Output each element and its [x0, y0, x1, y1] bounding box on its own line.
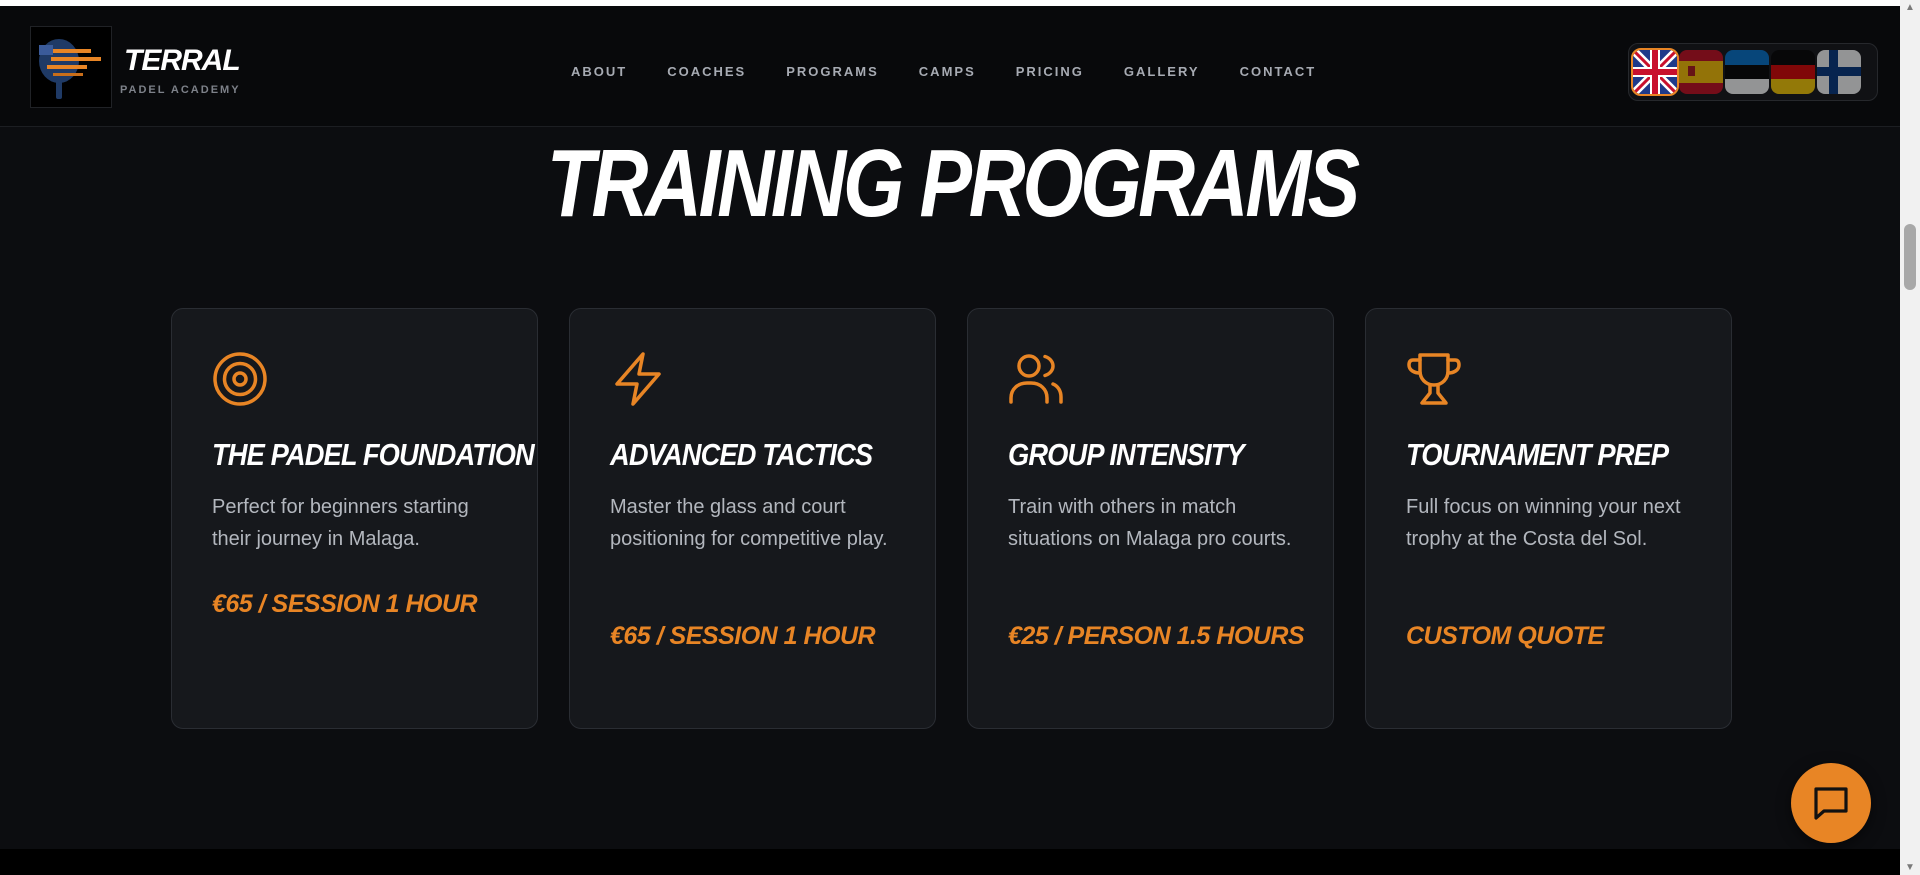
program-price: €65 / SESSION 1 HOUR [610, 622, 876, 650]
program-price: €25 / PERSON 1.5 HOURS [1008, 622, 1305, 650]
estonia-flag-icon[interactable] [1725, 50, 1769, 94]
nav-link-gallery[interactable]: GALLERY [1124, 64, 1200, 79]
language-switcher [1628, 43, 1878, 101]
target-icon [212, 351, 268, 407]
germany-flag-icon[interactable] [1771, 50, 1815, 94]
brand-subtitle: PADEL ACADEMY [120, 84, 241, 96]
program-card[interactable]: TOURNAMENT PREP Full focus on winning yo… [1365, 308, 1732, 729]
section-title: TRAINING PROGRAMS [546, 130, 1360, 237]
trophy-icon [1406, 351, 1462, 407]
nav-link-camps[interactable]: CAMPS [919, 64, 976, 79]
uk-flag-icon[interactable] [1631, 48, 1679, 96]
chat-bubble-icon [1814, 787, 1848, 820]
nav-link-coaches[interactable]: COACHES [667, 64, 746, 79]
scrollbar-thumb[interactable] [1904, 224, 1916, 290]
program-title: ADVANCED TACTICS [610, 437, 873, 472]
lightning-icon [610, 351, 666, 407]
program-description: Full focus on winning your next trophy a… [1406, 496, 1681, 550]
program-price: CUSTOM QUOTE [1406, 622, 1604, 650]
program-card[interactable]: THE PADEL FOUNDATION Perfect for beginne… [171, 308, 538, 729]
site-header: TERRAL PADEL ACADEMY ABOUT COACHES PROGR… [0, 6, 1900, 127]
nav-link-programs[interactable]: PROGRAMS [786, 64, 879, 79]
scroll-up-arrow-icon[interactable]: ▲ [1905, 2, 1915, 13]
users-icon [1008, 351, 1064, 407]
spain-flag-icon[interactable] [1679, 50, 1723, 94]
nav-link-contact[interactable]: CONTACT [1240, 64, 1317, 79]
program-title: THE PADEL FOUNDATION [212, 437, 535, 472]
brand-name[interactable]: TERRAL [124, 46, 241, 76]
program-description: Train with others in match situations on… [1008, 496, 1292, 550]
program-description: Master the glass and court positioning f… [610, 496, 888, 550]
main-nav: ABOUT COACHES PROGRAMS CAMPS PRICING GAL… [571, 64, 1356, 79]
program-title: GROUP INTENSITY [1008, 437, 1245, 472]
logo-icon[interactable] [30, 26, 112, 108]
scroll-down-arrow-icon[interactable]: ▼ [1905, 862, 1915, 873]
nav-link-about[interactable]: ABOUT [571, 64, 627, 79]
finland-flag-icon[interactable] [1817, 50, 1861, 94]
program-card[interactable]: ADVANCED TACTICS Master the glass and co… [569, 308, 936, 729]
footer-edge [0, 849, 1900, 875]
program-description: Perfect for beginners starting their jou… [212, 496, 469, 550]
page-scrollbar[interactable]: ▲ ▼ [1900, 0, 1920, 875]
program-title: TOURNAMENT PREP [1406, 437, 1669, 472]
chat-button[interactable] [1791, 763, 1871, 843]
program-price: €65 / SESSION 1 HOUR [212, 590, 478, 618]
program-card[interactable]: GROUP INTENSITY Train with others in mat… [967, 308, 1334, 729]
nav-link-pricing[interactable]: PRICING [1016, 64, 1084, 79]
